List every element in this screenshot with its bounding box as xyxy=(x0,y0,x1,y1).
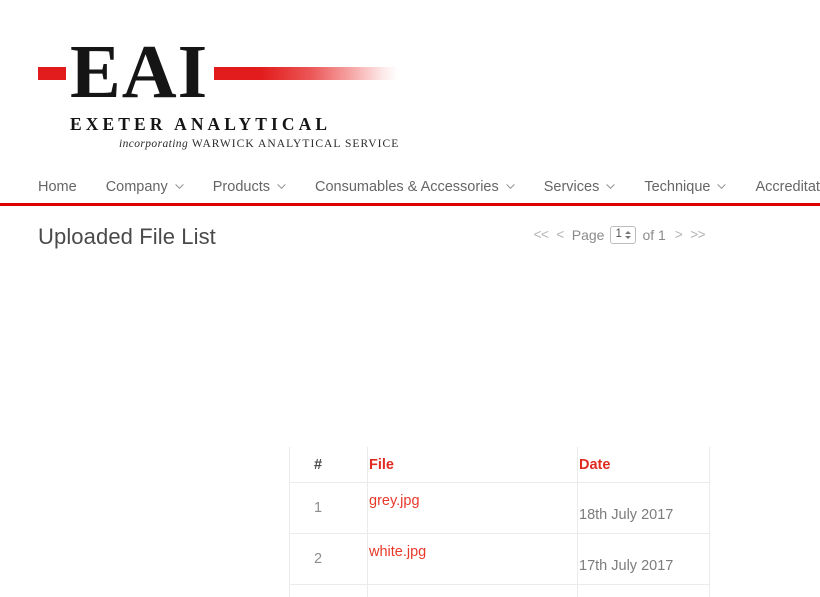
nav-item-accreditation[interactable]: Accreditation xyxy=(755,180,820,195)
nav-item-consumables-accessories[interactable]: Consumables & Accessories xyxy=(315,180,515,195)
chevron-down-icon xyxy=(277,182,286,191)
pagination-page-value: 1 xyxy=(615,228,622,241)
logo-tagline-prefix: incorporating xyxy=(119,138,189,150)
nav-item-home[interactable]: Home xyxy=(38,180,77,195)
nav-item-company[interactable]: Company xyxy=(106,180,184,195)
chevron-down-icon xyxy=(606,182,615,191)
table-header-row: # File Date xyxy=(289,447,710,483)
cell-row-number: 2 xyxy=(289,533,368,585)
nav-item-services[interactable]: Services xyxy=(544,180,616,195)
spinner-arrows-icon xyxy=(625,229,632,241)
nav-item-label: Home xyxy=(38,179,77,196)
nav-item-label: Consumables & Accessories xyxy=(314,179,499,196)
pagination-total-label: of 1 xyxy=(642,227,666,243)
cell-file: white.jpg xyxy=(367,533,578,585)
nav-item-technique[interactable]: Technique xyxy=(644,179,727,196)
nav-item-label: Company xyxy=(105,179,168,196)
table-body: 1 grey.jpg 18th July 2017 2 white.jpg 17th Ju… xyxy=(289,482,710,597)
chevron-down-icon xyxy=(175,182,184,191)
page-root: EAI EXETER ANALYTICAL incorporating WARW… xyxy=(0,0,820,597)
logo-tagline: incorporating WARWICK ANALYTICAL SERVICE xyxy=(119,138,399,150)
table-row: 3IMG_1766a.png1st July 2017 xyxy=(289,584,710,597)
nav-item-label: Services xyxy=(543,179,600,196)
nav-item-products[interactable]: Products xyxy=(213,180,286,195)
cell-file: grey.jpg xyxy=(367,482,578,534)
logo-company-name: EXETER ANALYTICAL xyxy=(70,114,332,134)
cell-date: 17th July 2017 xyxy=(577,533,710,585)
nav-item-label: Products xyxy=(212,179,270,196)
cell-row-number: 3 xyxy=(289,584,368,597)
page-title: Uploaded File List xyxy=(38,224,216,249)
main-content: Uploaded File List << < Page 1 of 1 > >> xyxy=(0,206,820,597)
column-header-date[interactable]: Date xyxy=(577,447,710,483)
nav-items-container: Home Company Products Consumables & Acce… xyxy=(0,172,820,203)
pagination-last-button[interactable]: >> xyxy=(686,228,709,242)
cell-file: IMG_1766a.png xyxy=(367,584,578,597)
file-link[interactable]: white.jpg xyxy=(369,544,426,560)
pagination-next-button[interactable]: > xyxy=(671,228,686,242)
site-logo[interactable]: EAI EXETER ANALYTICAL incorporating WARW… xyxy=(38,34,438,156)
chevron-down-icon xyxy=(717,182,727,191)
pagination-prev-button[interactable]: < xyxy=(552,228,567,242)
table-row: 2 white.jpg 17th July 2017 xyxy=(289,533,710,585)
logo-tagline-rest: WARWICK ANALYTICAL SERVICE xyxy=(191,138,400,150)
pagination-page-label: Page xyxy=(571,227,605,243)
file-list-table-wrapper: # File Date 1 grey.jpg 18th July 2017 2 whit… xyxy=(289,447,710,597)
table-header: # File Date xyxy=(289,447,710,483)
column-header-number[interactable]: # xyxy=(289,447,368,483)
cell-row-number: 1 xyxy=(289,482,368,534)
file-list-table: # File Date 1 grey.jpg 18th July 2017 2 whit… xyxy=(289,447,710,597)
main-navigation: Home Company Products Consumables & Acce… xyxy=(0,172,820,206)
cell-date: 18th July 2017 xyxy=(577,482,710,534)
column-header-file[interactable]: File xyxy=(367,447,578,483)
cell-date: 1st July 2017 xyxy=(577,584,710,597)
file-link[interactable]: grey.jpg xyxy=(369,493,420,509)
pagination-page-select[interactable]: 1 xyxy=(610,226,637,244)
pagination-controls: << < Page 1 of 1 > >> xyxy=(530,226,709,244)
table-row: 1 grey.jpg 18th July 2017 xyxy=(289,482,710,534)
pagination-first-button[interactable]: << xyxy=(530,228,553,242)
nav-item-label: Technique xyxy=(644,179,711,196)
nav-item-label: Accreditation xyxy=(755,179,820,196)
site-header: EAI EXETER ANALYTICAL incorporating WARW… xyxy=(0,0,820,172)
logo-mark-text: EAI xyxy=(66,34,215,110)
chevron-down-icon xyxy=(506,182,515,191)
